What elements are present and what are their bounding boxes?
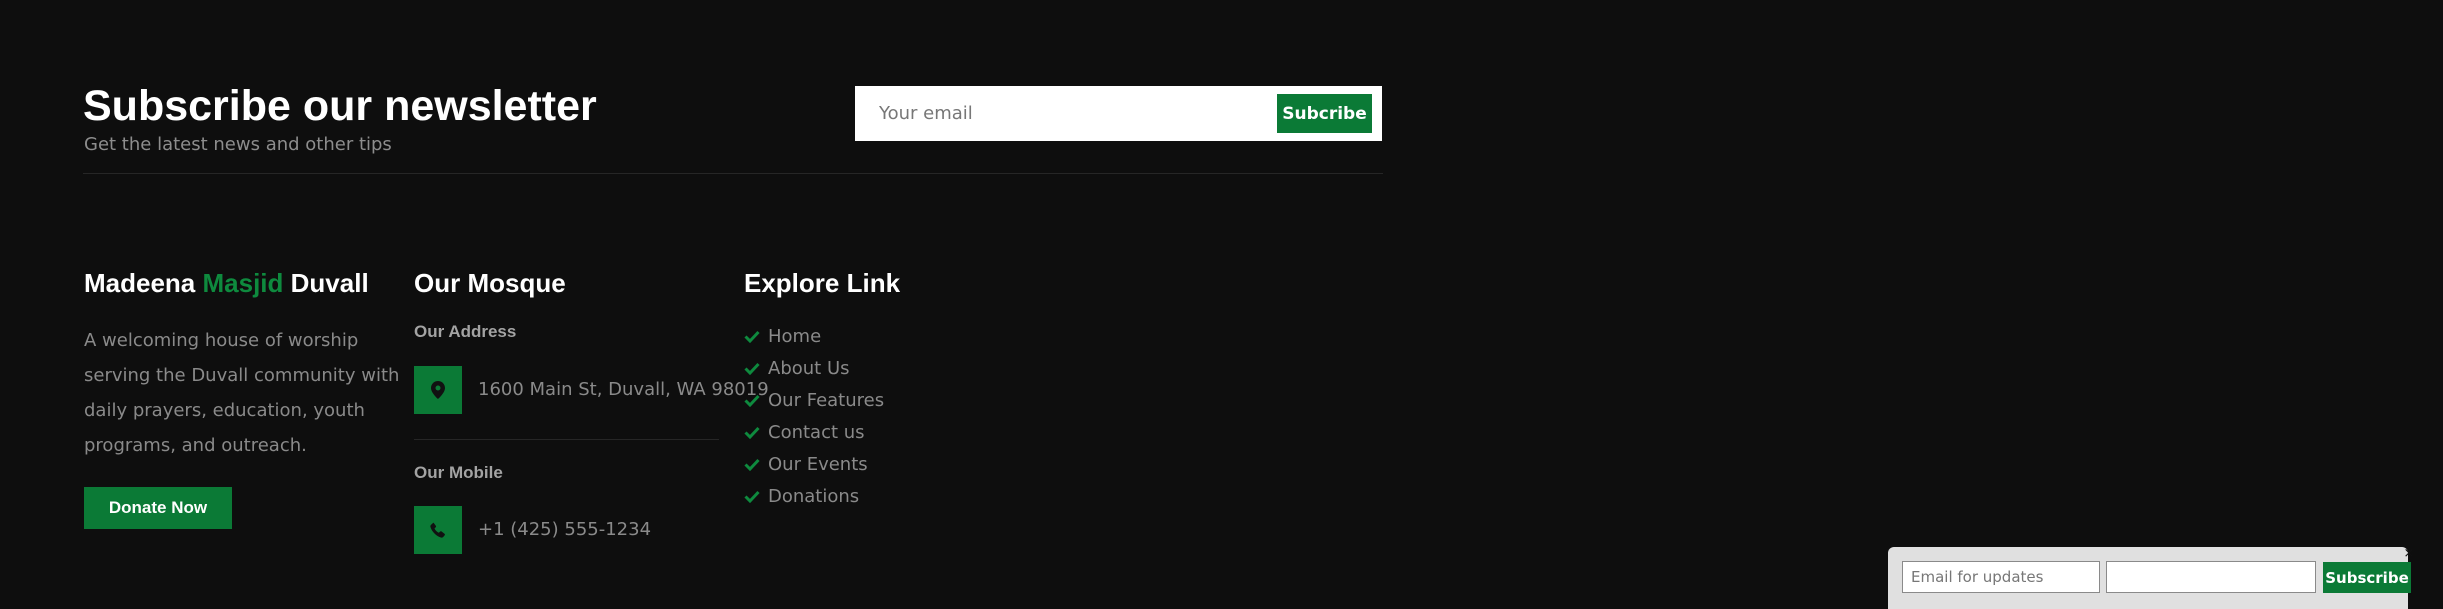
close-icon[interactable]: × [2402, 547, 2416, 561]
explore-links-list: Home About Us Our Features Contact us Ou… [744, 320, 884, 512]
newsletter-title: Subscribe our newsletter [83, 82, 597, 130]
mosque-divider [414, 439, 719, 440]
brand-title-part1: Madeena [84, 268, 203, 298]
list-item: Our Features [744, 384, 884, 416]
check-icon [744, 362, 768, 375]
about-description: A welcoming house of worship serving the… [84, 330, 400, 456]
brand-title-part3: Duvall [283, 268, 369, 298]
mosque-title: Our Mosque [414, 268, 566, 298]
list-item: About Us [744, 352, 884, 384]
list-item: Home [744, 320, 884, 352]
check-icon [744, 330, 768, 343]
floating-subscribe-bar: Subscribe × [1888, 547, 2414, 609]
newsletter-form: Subcribe [855, 86, 1382, 141]
mobile-text: +1 (425) 555-1234 [478, 519, 652, 540]
newsletter-divider [83, 173, 1383, 174]
explore-link-home[interactable]: Home [768, 326, 821, 347]
explore-link-contact-us[interactable]: Contact us [768, 422, 865, 443]
explore-link-our-events[interactable]: Our Events [768, 454, 868, 475]
donate-now-button[interactable]: Donate Now [84, 487, 232, 529]
footer-brand-title: Madeena Masjid Duvall [84, 268, 369, 299]
floating-subscribe-button[interactable]: Subscribe [2323, 562, 2411, 593]
newsletter-subtitle: Get the latest news and other tips [84, 134, 392, 155]
address-label: Our Address [414, 322, 517, 341]
newsletter-subscribe-button[interactable]: Subcribe [1277, 94, 1372, 133]
phone-icon [414, 506, 462, 554]
list-item: Contact us [744, 416, 884, 448]
mobile-label: Our Mobile [414, 463, 503, 482]
map-pin-icon [414, 366, 462, 414]
brand-title-highlight: Masjid [202, 268, 284, 298]
list-item: Donations [744, 480, 884, 512]
check-icon [744, 458, 768, 471]
address-text: 1600 Main St, Duvall, WA 98019 [478, 379, 769, 400]
check-icon [744, 426, 768, 439]
explore-title: Explore Link [744, 268, 901, 298]
explore-link-our-features[interactable]: Our Features [768, 390, 884, 411]
floating-email-input[interactable] [1902, 561, 2100, 593]
explore-link-about-us[interactable]: About Us [768, 358, 850, 379]
newsletter-email-input[interactable] [855, 86, 1265, 141]
check-icon [744, 394, 768, 407]
explore-link-donations[interactable]: Donations [768, 486, 859, 507]
list-item: Our Events [744, 448, 884, 480]
floating-extra-input[interactable] [2106, 561, 2316, 593]
check-icon [744, 490, 768, 503]
